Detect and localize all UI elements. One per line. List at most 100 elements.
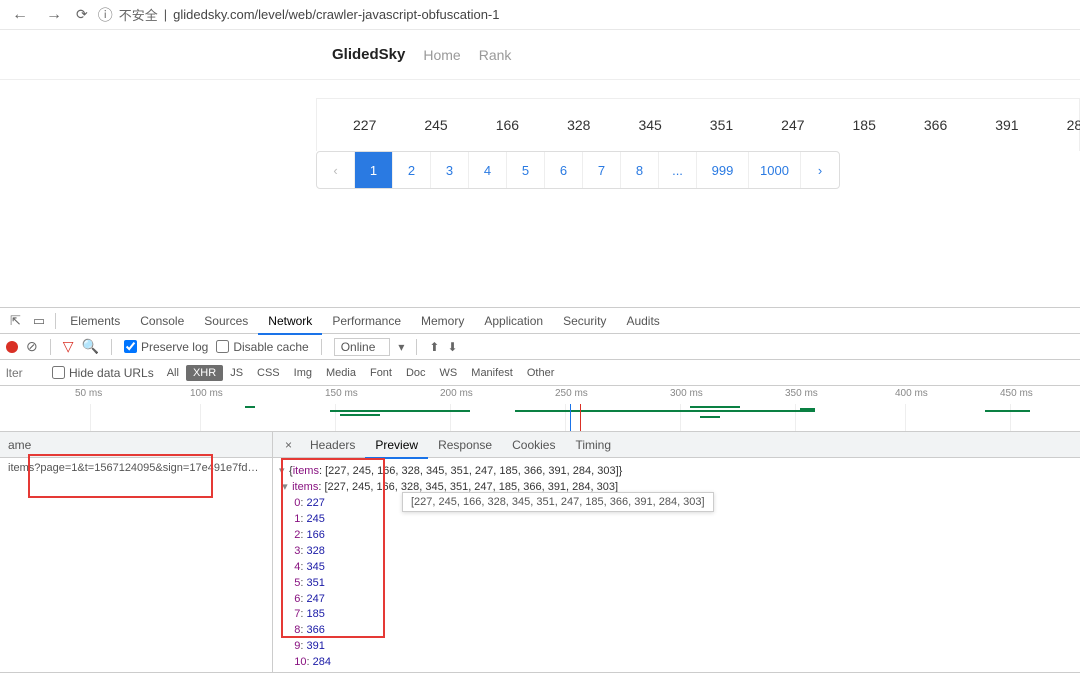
json-line[interactable]: 2: 166	[279, 528, 1080, 544]
separator	[321, 339, 322, 355]
devtools-tab-console[interactable]: Console	[130, 308, 194, 334]
json-preview[interactable]: ▾{items: [227, 245, 166, 328, 345, 351, …	[273, 458, 1080, 672]
json-line[interactable]: 1: 245	[279, 512, 1080, 528]
name-column-header[interactable]: ame	[0, 432, 272, 458]
page-link[interactable]: 7	[583, 152, 621, 188]
page-link[interactable]: ›	[801, 152, 839, 188]
page-link[interactable]: 3	[431, 152, 469, 188]
device-icon[interactable]: ▭	[27, 313, 51, 329]
nav-rank[interactable]: Rank	[479, 47, 512, 63]
detail-tab-response[interactable]: Response	[428, 432, 502, 458]
info-icon: ⓘ	[98, 4, 113, 25]
devtools-tab-performance[interactable]: Performance	[322, 308, 411, 334]
devtools-tab-audits[interactable]: Audits	[616, 308, 669, 334]
address-bar[interactable]: ⓘ 不安全 | glidedsky.com/level/web/crawler-…	[98, 4, 500, 25]
forward-icon[interactable]: →	[42, 6, 66, 24]
filter-chip-other[interactable]: Other	[520, 365, 562, 381]
page-link[interactable]: 6	[545, 152, 583, 188]
detail-tab-timing[interactable]: Timing	[565, 432, 621, 458]
json-line[interactable]: 9: 391	[279, 639, 1080, 655]
page-link[interactable]: 2	[393, 152, 431, 188]
detail-tab-preview[interactable]: Preview	[365, 432, 428, 458]
json-line[interactable]: 6: 247	[279, 592, 1080, 608]
separator	[416, 339, 417, 355]
browser-toolbar: ← → ⟳ ⓘ 不安全 | glidedsky.com/level/web/cr…	[0, 0, 1080, 30]
page-link[interactable]: 4	[469, 152, 507, 188]
page-link[interactable]: 999	[697, 152, 749, 188]
pagination: ‹12345678...9991000›	[316, 151, 840, 189]
preserve-log-checkbox[interactable]: Preserve log	[124, 340, 208, 354]
number-cell: 227	[317, 99, 400, 151]
nav-home[interactable]: Home	[423, 47, 460, 63]
json-line[interactable]: 4: 345	[279, 560, 1080, 576]
close-icon[interactable]: ×	[277, 438, 300, 452]
devtools-tab-security[interactable]: Security	[553, 308, 616, 334]
json-line[interactable]: 5: 351	[279, 576, 1080, 592]
search-icon[interactable]: 🔍	[82, 338, 99, 355]
devtools-tab-elements[interactable]: Elements	[60, 308, 130, 334]
disable-cache-label: Disable cache	[233, 340, 308, 354]
hide-data-urls-checkbox[interactable]: Hide data URLs	[52, 366, 154, 380]
number-row: 227245166328345351247185366391284	[316, 98, 1080, 151]
devtools-body: ame items?page=1&t=1567124095&sign=17e49…	[0, 432, 1080, 673]
json-line[interactable]: 11: 303	[279, 671, 1080, 672]
page-link[interactable]: 1000	[749, 152, 801, 188]
site-header: GlidedSky Home Rank	[0, 30, 1080, 80]
detail-tab-cookies[interactable]: Cookies	[502, 432, 565, 458]
filter-chip-css[interactable]: CSS	[250, 365, 287, 381]
upload-icon[interactable]: ⬆	[429, 340, 439, 354]
detail-tabs: × HeadersPreviewResponseCookiesTiming	[273, 432, 1080, 458]
disable-cache-checkbox[interactable]: Disable cache	[216, 340, 308, 354]
json-line[interactable]: ▾{items: [227, 245, 166, 328, 345, 351, …	[279, 464, 1080, 480]
timeline-label: 100 ms	[190, 388, 223, 399]
number-cell: 345	[614, 99, 685, 151]
timeline-label: 300 ms	[670, 388, 703, 399]
devtools-tab-network[interactable]: Network	[258, 308, 322, 334]
inspect-icon[interactable]: ⇱	[4, 313, 27, 329]
devtools-main-tabs: ⇱ ▭ ElementsConsoleSourcesNetworkPerform…	[0, 308, 1080, 334]
number-cell: 284	[1043, 99, 1080, 151]
page-link[interactable]: ...	[659, 152, 697, 188]
filter-chip-xhr[interactable]: XHR	[186, 365, 223, 381]
page-link[interactable]: 1	[355, 152, 393, 188]
filter-chip-manifest[interactable]: Manifest	[464, 365, 520, 381]
separator	[50, 339, 51, 355]
filter-icon[interactable]: ▽	[63, 338, 74, 355]
filter-chip-font[interactable]: Font	[363, 365, 399, 381]
reload-icon[interactable]: ⟳	[76, 6, 88, 23]
network-timeline[interactable]: 50 ms100 ms150 ms200 ms250 ms300 ms350 m…	[0, 386, 1080, 432]
preserve-log-label: Preserve log	[141, 340, 208, 354]
json-line[interactable]: 3: 328	[279, 544, 1080, 560]
request-list: ame items?page=1&t=1567124095&sign=17e49…	[0, 432, 273, 672]
page-link[interactable]: ‹	[317, 152, 355, 188]
filter-chip-doc[interactable]: Doc	[399, 365, 433, 381]
brand[interactable]: GlidedSky	[332, 46, 405, 63]
devtools-tab-memory[interactable]: Memory	[411, 308, 474, 334]
devtools-tab-sources[interactable]: Sources	[194, 308, 258, 334]
page-link[interactable]: 8	[621, 152, 659, 188]
filter-chip-img[interactable]: Img	[287, 365, 319, 381]
filter-chip-ws[interactable]: WS	[433, 365, 465, 381]
json-line[interactable]: 10: 284	[279, 655, 1080, 671]
page-link[interactable]: 5	[507, 152, 545, 188]
filter-chip-media[interactable]: Media	[319, 365, 363, 381]
throttle-select[interactable]: Online	[334, 338, 391, 356]
detail-tab-headers[interactable]: Headers	[300, 432, 365, 458]
timeline-label: 250 ms	[555, 388, 588, 399]
number-cell: 166	[472, 99, 543, 151]
filter-chip-js[interactable]: JS	[223, 365, 250, 381]
dropdown-icon[interactable]: ▾	[398, 340, 404, 354]
json-line[interactable]: 8: 366	[279, 623, 1080, 639]
back-icon[interactable]: ←	[8, 6, 32, 24]
filter-input[interactable]	[6, 366, 46, 380]
timeline-label: 350 ms	[785, 388, 818, 399]
json-line[interactable]: 7: 185	[279, 607, 1080, 623]
number-cell: 391	[971, 99, 1042, 151]
record-icon[interactable]	[6, 341, 18, 353]
request-row[interactable]: items?page=1&t=1567124095&sign=17e491e7f…	[0, 458, 272, 478]
clear-icon[interactable]: ⊘	[26, 338, 38, 355]
devtools-tab-application[interactable]: Application	[474, 308, 553, 334]
download-icon[interactable]: ⬇	[447, 340, 457, 354]
filter-chip-all[interactable]: All	[160, 365, 186, 381]
number-cell: 366	[900, 99, 971, 151]
